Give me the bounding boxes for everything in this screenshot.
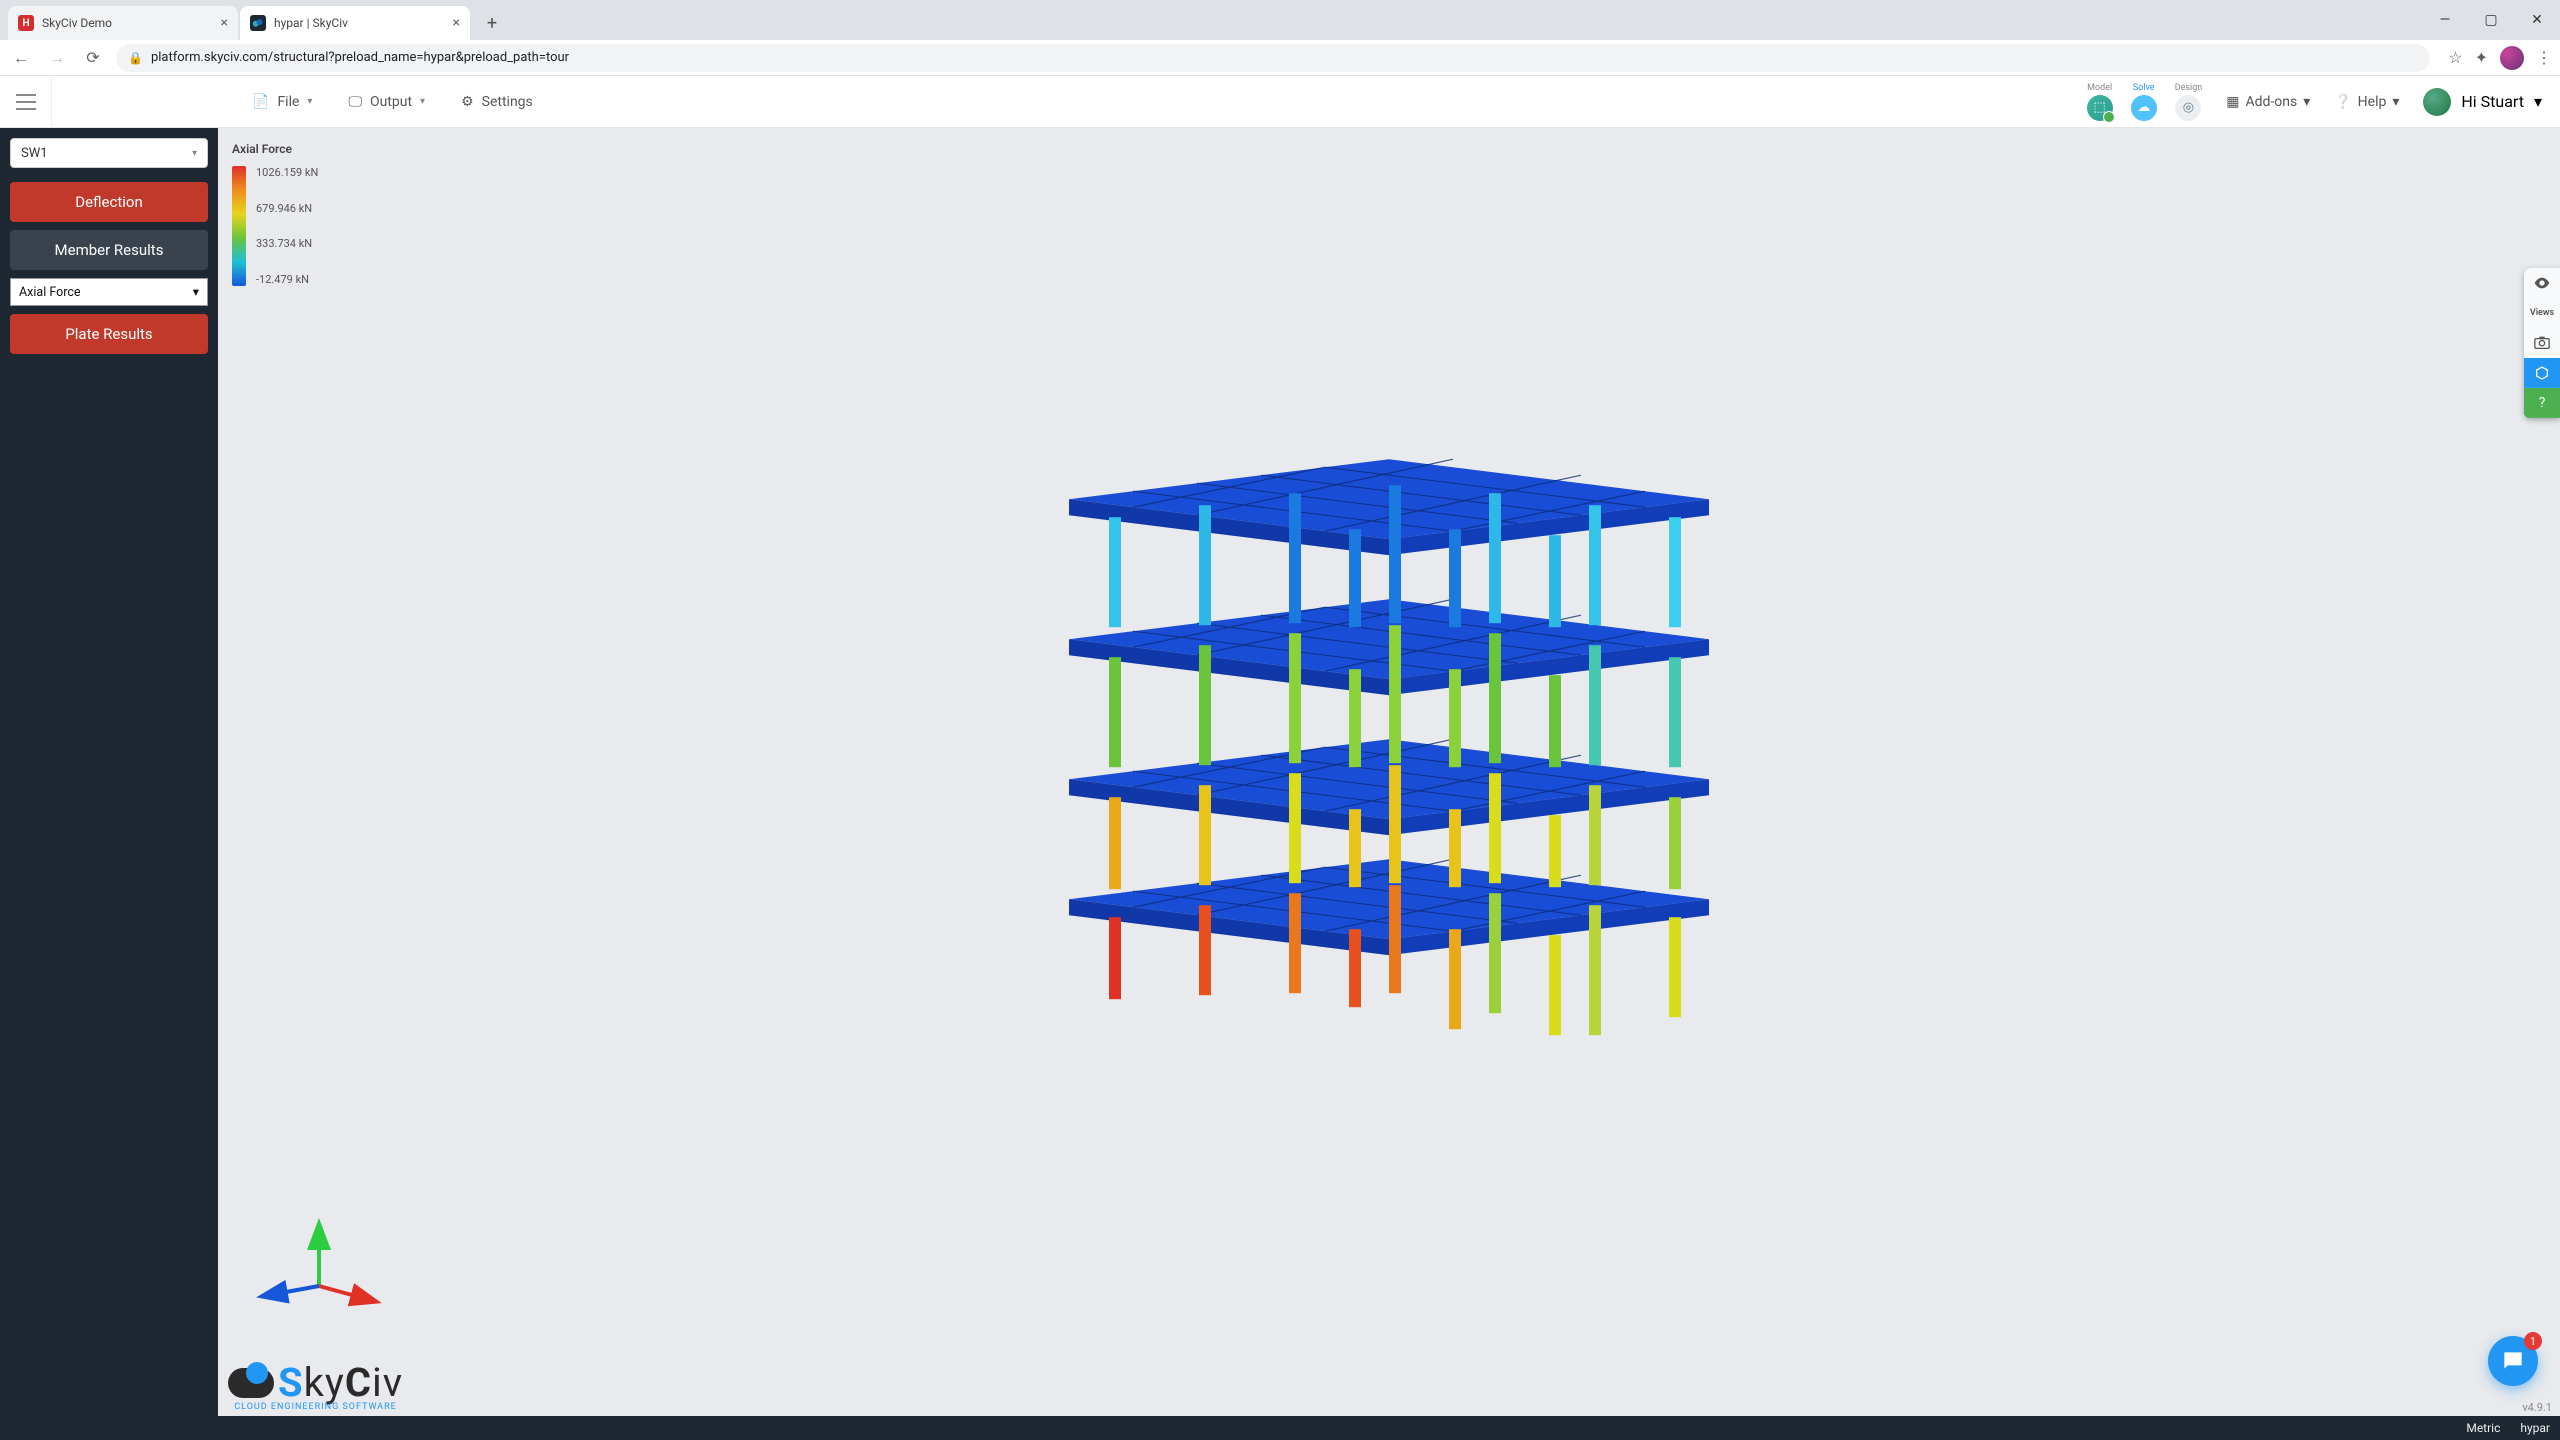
plate-results-button[interactable]: Plate Results: [10, 314, 208, 354]
integration-label[interactable]: hypar: [2520, 1421, 2550, 1435]
close-icon[interactable]: ×: [453, 15, 460, 31]
back-button[interactable]: ←: [8, 45, 34, 71]
workspace: SW1 ▾ Deflection Member Results Axial Fo…: [0, 128, 2560, 1416]
deflection-button[interactable]: Deflection: [10, 182, 208, 222]
tick-label: -12.479 kN: [256, 273, 318, 286]
browser-tab-strip: H SkyCiv Demo × hypar | SkyCiv × + — ▢ ✕: [0, 0, 2560, 40]
file-icon: 📄: [252, 94, 269, 110]
tick-label: 679.946 kN: [256, 202, 318, 215]
menu-label: File: [277, 94, 299, 110]
logo-tagline: CLOUD ENGINEERING SOFTWARE: [234, 1402, 397, 1412]
profile-avatar[interactable]: [2500, 46, 2524, 70]
model-icon: ⬚: [2087, 95, 2113, 121]
extensions-icon[interactable]: ✦: [2475, 48, 2488, 67]
hamburger-button[interactable]: [0, 76, 52, 128]
design-icon: ◎: [2175, 95, 2201, 121]
tick-label: 1026.159 kN: [256, 166, 318, 179]
chevron-down-icon: ▾: [307, 96, 312, 107]
result-type-select[interactable]: Axial Force ▾: [10, 278, 208, 306]
results-sidebar: SW1 ▾ Deflection Member Results Axial Fo…: [0, 128, 218, 1416]
browser-tab[interactable]: H SkyCiv Demo ×: [8, 6, 238, 40]
member-results-button[interactable]: Member Results: [10, 230, 208, 270]
reload-button[interactable]: ⟳: [80, 45, 106, 71]
tab-title: SkyCiv Demo: [42, 16, 112, 30]
url-field[interactable]: 🔒 platform.skyciv.com/structural?preload…: [116, 44, 2430, 72]
browser-tab[interactable]: hypar | SkyCiv ×: [240, 6, 470, 40]
minimize-button[interactable]: —: [2422, 0, 2468, 40]
chevron-down-icon: ▾: [193, 284, 199, 300]
chat-badge: 1: [2524, 1332, 2542, 1350]
units-toggle[interactable]: Metric: [2466, 1421, 2500, 1435]
menu-label: Add-ons: [2245, 94, 2297, 110]
chevron-down-icon: ▾: [2392, 94, 2399, 110]
load-combo-select[interactable]: SW1 ▾: [10, 138, 208, 168]
kebab-icon[interactable]: ⋮: [2536, 48, 2552, 67]
structural-model: [1029, 439, 1749, 1079]
mode-label: Model: [2087, 83, 2112, 93]
favicon-icon: H: [18, 15, 34, 31]
menu-label: Help: [2358, 94, 2387, 110]
cloud-logo-icon: [228, 1368, 274, 1398]
star-icon[interactable]: ☆: [2448, 48, 2462, 67]
chevron-down-icon: ▾: [2303, 94, 2310, 110]
monitor-icon: 🖵: [348, 94, 362, 110]
visibility-button[interactable]: [2524, 268, 2560, 298]
forward-button[interactable]: →: [44, 45, 70, 71]
grid-icon: ▦: [2226, 94, 2239, 110]
window-controls: — ▢ ✕: [2422, 0, 2560, 40]
help-menu[interactable]: ❔ Help ▾: [2334, 94, 2399, 110]
settings-menu[interactable]: ⚙ Settings: [461, 94, 533, 110]
url-text: platform.skyciv.com/structural?preload_n…: [151, 50, 569, 65]
views-button[interactable]: Views: [2524, 298, 2560, 328]
viewport-3d[interactable]: Axial Force 1026.159 kN 679.946 kN 333.7…: [218, 128, 2560, 1416]
cloud-icon: ☁: [2131, 95, 2157, 121]
chevron-down-icon: ▾: [420, 96, 425, 107]
menu-label: Output: [370, 94, 412, 110]
legend-title: Axial Force: [232, 142, 318, 156]
mode-label: Design: [2175, 83, 2203, 93]
help-tool-button[interactable]: ?: [2524, 388, 2560, 418]
axis-triad: [254, 1216, 384, 1316]
file-menu[interactable]: 📄 File ▾: [252, 94, 312, 110]
user-menu[interactable]: Hi Stuart ▾: [2423, 88, 2542, 116]
gear-icon: ⚙: [461, 94, 474, 110]
menu-label: Settings: [482, 94, 533, 110]
tab-title: hypar | SkyCiv: [274, 16, 348, 30]
tick-label: 333.734 kN: [256, 237, 318, 250]
mode-design[interactable]: Design ◎: [2175, 83, 2203, 121]
close-icon[interactable]: ×: [221, 15, 228, 31]
mode-model[interactable]: Model ⬚: [2087, 83, 2113, 121]
avatar: [2423, 88, 2451, 116]
chat-button[interactable]: 1: [2488, 1336, 2538, 1386]
close-window-button[interactable]: ✕: [2514, 0, 2560, 40]
select-value: Axial Force: [19, 285, 81, 300]
version-label: v4.9.1: [2522, 1401, 2552, 1414]
gradient-bar: [232, 166, 246, 286]
color-legend: Axial Force 1026.159 kN 679.946 kN 333.7…: [232, 142, 318, 286]
help-icon: ❔: [2334, 94, 2351, 110]
address-bar: ← → ⟳ 🔒 platform.skyciv.com/structural?p…: [0, 40, 2560, 76]
addons-menu[interactable]: ▦ Add-ons ▾: [2226, 94, 2310, 110]
maximize-button[interactable]: ▢: [2468, 0, 2514, 40]
legend-ticks: 1026.159 kN 679.946 kN 333.734 kN -12.47…: [256, 166, 318, 286]
screenshot-button[interactable]: [2524, 328, 2560, 358]
mode-label: Solve: [2133, 83, 2155, 93]
favicon-icon: [250, 15, 266, 31]
view-tools: Views ?: [2524, 268, 2560, 418]
cube-view-button[interactable]: [2524, 358, 2560, 388]
mode-solve[interactable]: Solve ☁: [2131, 83, 2157, 121]
chevron-down-icon: ▾: [192, 148, 197, 159]
output-menu[interactable]: 🖵 Output ▾: [348, 94, 425, 110]
select-value: SW1: [21, 146, 48, 161]
user-greeting: Hi Stuart: [2461, 92, 2524, 111]
chevron-down-icon: ▾: [2534, 92, 2542, 111]
mode-switcher: Model ⬚ Solve ☁ Design ◎: [2087, 83, 2203, 121]
new-tab-button[interactable]: +: [478, 9, 506, 37]
lock-icon: 🔒: [128, 51, 143, 65]
skyciv-logo: SkyCiv CLOUD ENGINEERING SOFTWARE: [228, 1359, 403, 1412]
status-bar: Metric hypar: [0, 1416, 2560, 1440]
app-toolbar: 📄 File ▾ 🖵 Output ▾ ⚙ Settings Model ⬚ S…: [0, 76, 2560, 128]
